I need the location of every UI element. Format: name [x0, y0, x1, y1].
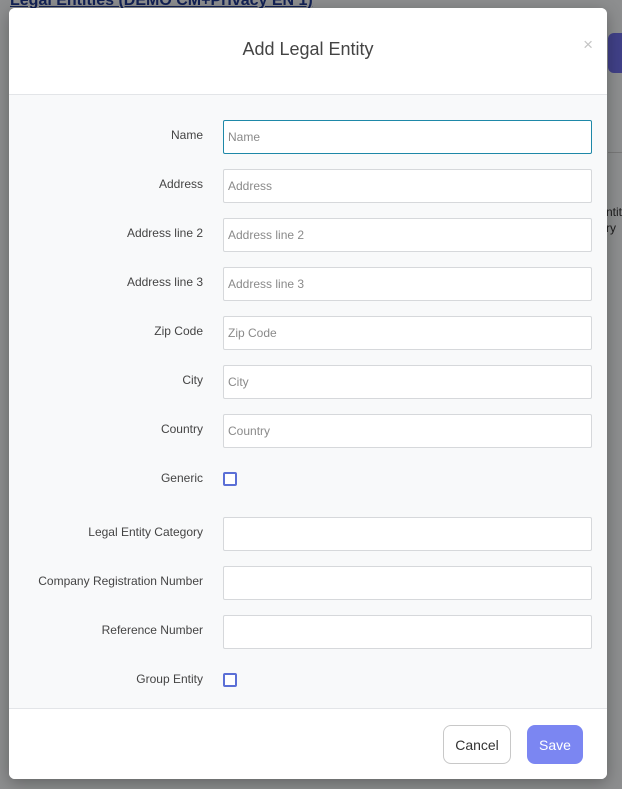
reference-number-input[interactable]: [223, 615, 592, 649]
address-line-2-label: Address line 2: [126, 226, 203, 240]
legal-entity-category-label: Legal Entity Category: [88, 525, 203, 539]
company-registration-number-input[interactable]: [223, 566, 592, 600]
form-row-legal-entity-category: Legal Entity Category: [9, 517, 607, 551]
form-row-group-entity: Group Entity: [9, 664, 607, 698]
generic-label: Generic: [160, 471, 203, 485]
add-legal-entity-dialog: Add Legal Entity × Name Address Address …: [9, 8, 607, 779]
cancel-button[interactable]: Cancel: [443, 725, 511, 764]
name-label: Name: [170, 128, 203, 142]
reference-number-label: Reference Number: [101, 623, 203, 637]
zip-code-label: Zip Code: [154, 324, 203, 338]
company-registration-number-label: Company Registration Number: [38, 574, 203, 588]
modal-footer: Cancel Save: [9, 708, 607, 779]
close-icon[interactable]: ×: [583, 36, 593, 53]
group-entity-checkbox[interactable]: [223, 673, 237, 687]
country-input[interactable]: [223, 414, 592, 448]
form-row-country: Country: [9, 414, 607, 448]
generic-checkbox[interactable]: [223, 472, 237, 486]
group-entity-label: Group Entity: [136, 672, 203, 686]
form-row-address-line-2: Address line 2: [9, 218, 607, 252]
form-row-company-registration-number: Company Registration Number: [9, 566, 607, 600]
form-row-name: Name: [9, 120, 607, 154]
form-row-reference-number: Reference Number: [9, 615, 607, 649]
form-row-city: City: [9, 365, 607, 399]
city-input[interactable]: [223, 365, 592, 399]
address-line-3-label: Address line 3: [126, 275, 203, 289]
address-input[interactable]: [223, 169, 592, 203]
city-label: City: [182, 373, 203, 387]
modal-title: Add Legal Entity: [242, 39, 374, 59]
legal-entity-category-input[interactable]: [223, 517, 592, 551]
modal-header: Add Legal Entity ×: [9, 8, 607, 95]
name-input[interactable]: [223, 120, 592, 154]
save-button[interactable]: Save: [527, 725, 583, 764]
form-row-zip-code: Zip Code: [9, 316, 607, 350]
form-row-address: Address: [9, 169, 607, 203]
form-row-generic: Generic: [9, 463, 607, 497]
zip-code-input[interactable]: [223, 316, 592, 350]
address-line-3-input[interactable]: [223, 267, 592, 301]
form-row-address-line-3: Address line 3: [9, 267, 607, 301]
country-label: Country: [160, 422, 203, 436]
address-line-2-input[interactable]: [223, 218, 592, 252]
address-label: Address: [158, 177, 203, 191]
